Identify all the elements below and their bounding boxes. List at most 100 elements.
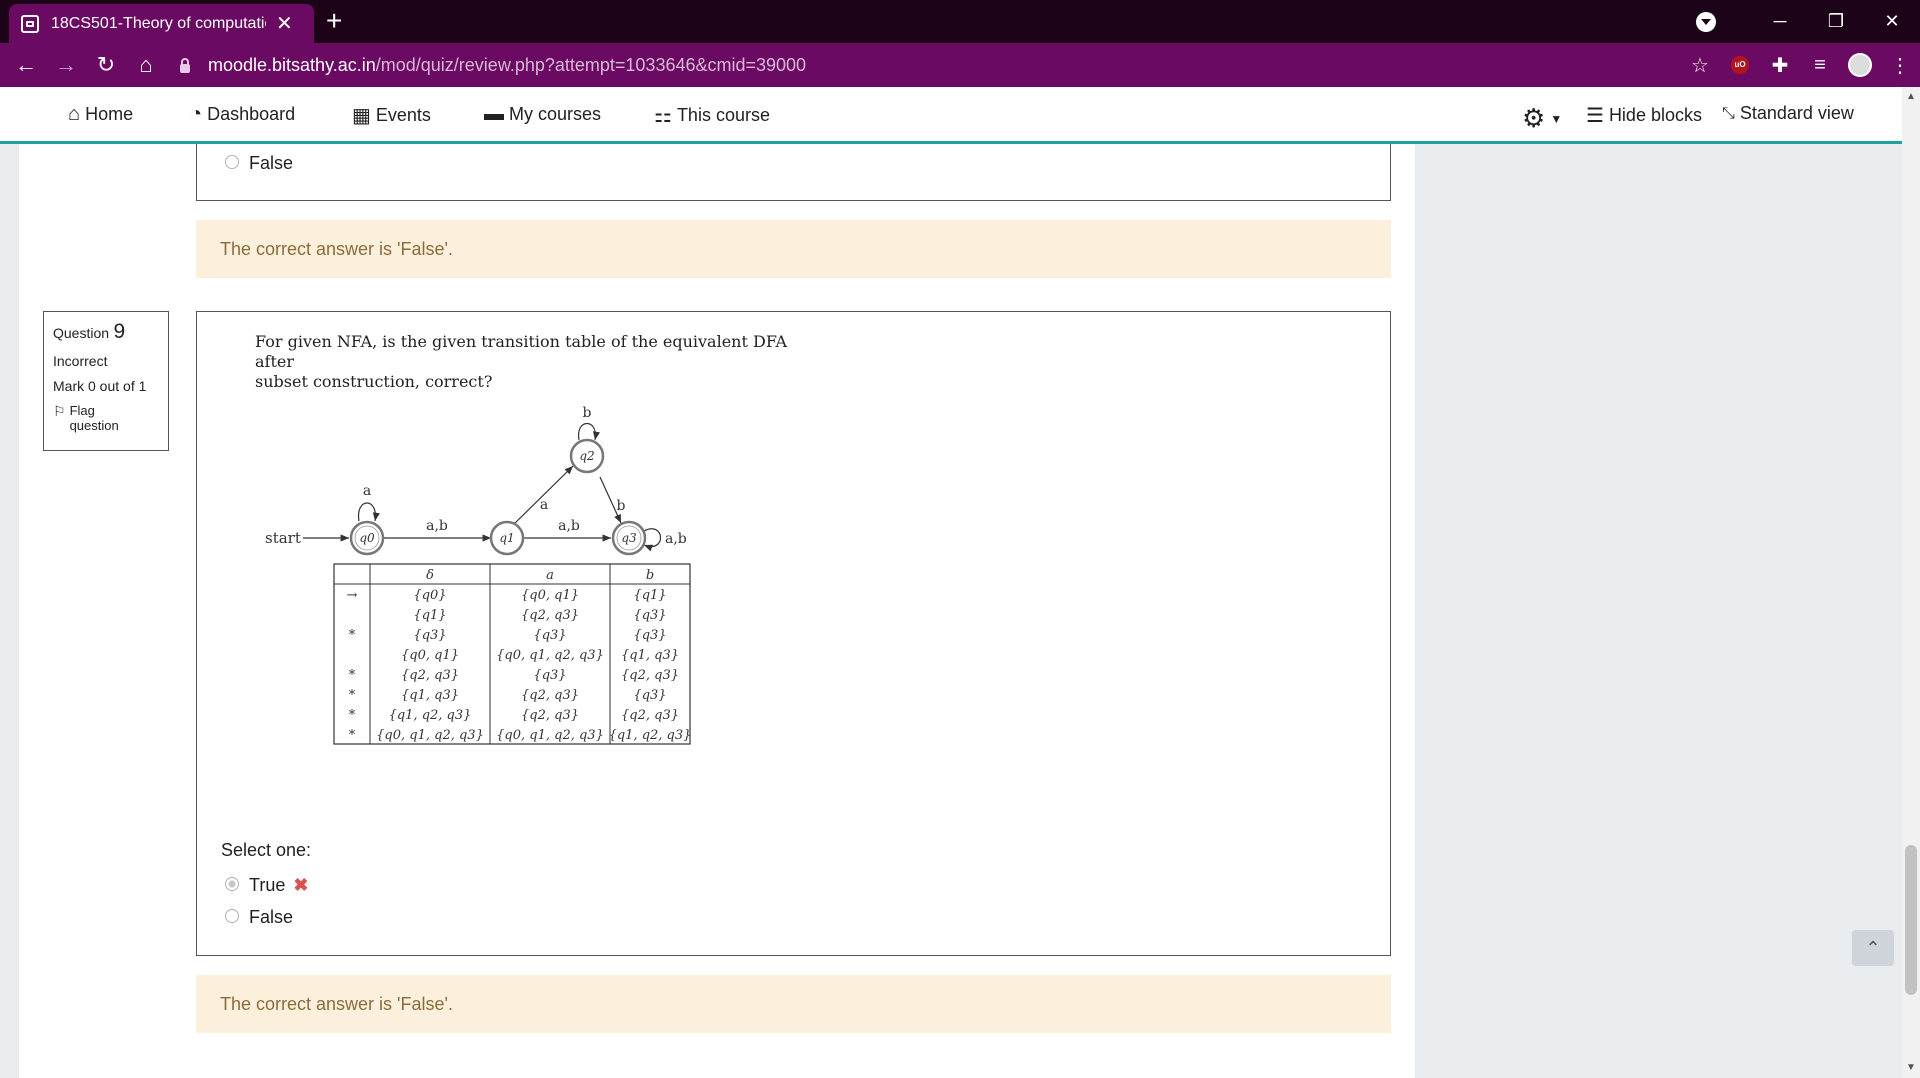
settings-menu[interactable]: ⚙ ▼: [1522, 103, 1562, 134]
sitemap-icon: ⚏: [654, 105, 672, 127]
flag-question-link[interactable]: ⚐ Flag question: [53, 403, 159, 433]
table-header-cell: a: [546, 568, 554, 583]
table-cell: {q1, q2, q3}: [609, 728, 692, 743]
address-bar[interactable]: moodle.bitsathy.ac.in/mod/quiz/review.ph…: [180, 50, 1680, 80]
gear-icon: ⚙: [1522, 103, 1546, 133]
browser-tabbar: 18CS501-Theory of computation ✕ + ─ ❐ ✕: [0, 0, 1920, 43]
question-feedback: The correct answer is 'False'.: [196, 975, 1391, 1033]
table-cell: {q0, q1, q2, q3}: [376, 728, 484, 743]
loop-q0: [358, 502, 380, 522]
hide-blocks-button[interactable]: ☰ Hide blocks: [1586, 103, 1702, 128]
home-icon[interactable]: ⌂: [126, 52, 166, 78]
compress-icon: ⤡: [1722, 104, 1735, 122]
ublock-origin-icon[interactable]: uO: [1731, 56, 1749, 74]
page-content: False The correct answer is 'False'. Que…: [0, 144, 1902, 1078]
table-cell: {q1, q3}: [401, 688, 459, 703]
nav-this-course-label: This course: [676, 105, 770, 125]
table-header-cell: b: [646, 568, 654, 583]
nav-home[interactable]: ⌂ Home: [68, 103, 133, 126]
lock-icon[interactable]: [180, 57, 190, 73]
close-window-button[interactable]: ✕: [1864, 11, 1920, 32]
radio-button-checked[interactable]: [225, 876, 239, 891]
prev-feedback: The correct answer is 'False'.: [196, 220, 1391, 278]
edge-q1-q2: [511, 465, 574, 527]
scroll-up-arrow-icon[interactable]: ▲: [1906, 91, 1916, 102]
close-tab-icon[interactable]: ✕: [276, 14, 293, 34]
scroll-down-arrow-icon[interactable]: ▼: [1906, 1062, 1916, 1073]
loop-q0-label: a: [363, 483, 371, 499]
option-true[interactable]: True ✖: [225, 875, 308, 896]
question-box: For given NFA, is the given transition t…: [196, 311, 1391, 956]
table-cell: {q0, q1, q2, q3}: [496, 728, 604, 743]
table-cell: {q1}: [413, 608, 446, 623]
table-cell: {q1, q2, q3}: [389, 708, 472, 723]
option-false[interactable]: False: [225, 907, 293, 928]
scrollbar-thumb[interactable]: [1905, 845, 1917, 995]
question-info: Question 9 Incorrect Mark 0 out of 1 ⚐ F…: [43, 311, 169, 451]
flag-icon: ⚐: [53, 403, 66, 419]
browser-menu-icon[interactable]: ⋮: [1880, 53, 1920, 78]
nav-my-courses[interactable]: ▬ My courses: [484, 103, 601, 126]
download-icon[interactable]: [1696, 11, 1716, 32]
restore-button[interactable]: ❐: [1808, 11, 1864, 32]
extensions-puzzle-icon[interactable]: ✚: [1760, 53, 1800, 78]
new-tab-button[interactable]: +: [326, 6, 342, 36]
back-arrow-icon[interactable]: ←: [6, 52, 46, 78]
table-cell: {q0, q1}: [401, 648, 459, 663]
edge-q1-q3-label: a,b: [558, 518, 580, 534]
house-icon: ⌂: [68, 103, 81, 125]
extensions-area: ☆ uO ✚ ≡ ⋮: [1680, 43, 1920, 87]
table-cell: {q2, q3}: [621, 668, 679, 683]
question-number: 9: [113, 320, 126, 343]
prev-feedback-text: The correct answer is 'False'.: [220, 238, 453, 259]
option-false-label: False: [249, 907, 294, 927]
reload-icon[interactable]: ↻: [86, 52, 126, 78]
briefcase-icon: ▬: [484, 103, 504, 125]
radio-button[interactable]: [225, 154, 239, 169]
nav-my-courses-label: My courses: [509, 104, 602, 124]
table-cell: {q3}: [633, 628, 666, 643]
table-cell: {q3}: [633, 688, 666, 703]
loop-q3: [643, 528, 662, 552]
back-to-top-button[interactable]: ⌃: [1852, 930, 1894, 966]
page-scrollbar[interactable]: ▲ ▼: [1902, 87, 1920, 1078]
radio-button[interactable]: [225, 908, 239, 923]
dfa-transition-table: δ a b → {q0} {q0, q1} {q1} {q1} {q2, q3} {q3} * {q3…: [333, 563, 692, 745]
table-cell: {q1, q3}: [621, 648, 679, 663]
edge-q0-q1-label: a,b: [426, 518, 448, 534]
standard-view-button[interactable]: ⤡ Standard view: [1722, 103, 1854, 124]
minimize-button[interactable]: ─: [1752, 11, 1808, 32]
standard-view-label: Standard view: [1739, 103, 1854, 123]
flag-question-label: Flag question: [69, 403, 119, 433]
loop-q2: [578, 423, 601, 441]
nav-home-label: Home: [85, 104, 134, 124]
state-q2-label: q2: [579, 449, 594, 463]
reading-list-icon[interactable]: ≡: [1800, 54, 1840, 77]
option-true-label: True: [249, 875, 286, 895]
loop-q3-label: a,b: [665, 531, 687, 547]
state-q1-label: q1: [499, 531, 514, 545]
incorrect-x-icon: ✖: [293, 875, 309, 895]
table-cell: {q3}: [633, 608, 666, 623]
nav-dashboard-label: Dashboard: [207, 104, 296, 124]
prev-question-box: False: [196, 144, 1391, 201]
bookmark-star-icon[interactable]: ☆: [1680, 53, 1720, 78]
nav-this-course[interactable]: ⚏ This course: [654, 103, 770, 128]
nav-dashboard[interactable]: ◔ Dashboard: [190, 103, 295, 126]
browser-tab[interactable]: 18CS501-Theory of computation ✕: [9, 4, 314, 43]
dashboard-gauge-icon: ◔: [190, 103, 203, 125]
edge-q2-q3-label: b: [617, 498, 626, 514]
prev-option-false[interactable]: False: [225, 153, 293, 174]
nav-events[interactable]: ▦ Events: [352, 103, 431, 128]
table-cell: {q0}: [413, 588, 446, 603]
table-cell: {q0, q1, q2, q3}: [496, 648, 604, 663]
table-cell: *: [349, 688, 356, 703]
start-label: start: [265, 529, 301, 547]
table-cell: *: [349, 708, 356, 723]
forward-arrow-icon[interactable]: →: [46, 52, 86, 78]
url-host: moodle.bitsathy.ac.in: [208, 54, 376, 75]
profile-avatar[interactable]: [1848, 53, 1872, 77]
table-cell: *: [349, 728, 356, 743]
table-cell: *: [349, 668, 356, 683]
table-cell: {q0, q1}: [521, 588, 579, 603]
